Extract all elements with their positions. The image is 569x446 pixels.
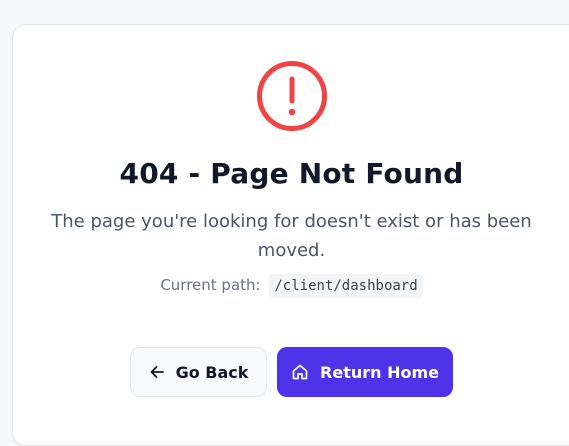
home-icon (291, 363, 309, 381)
current-path-value: /client/dashboard (269, 274, 423, 298)
go-back-button[interactable]: Go Back (130, 347, 267, 397)
return-home-button[interactable]: Return Home (277, 347, 453, 397)
page-title: 404 - Page Not Found (119, 157, 464, 190)
arrow-left-icon (149, 364, 165, 380)
current-path: Current path: /client/dashboard (0, 272, 569, 298)
go-back-label: Go Back (175, 362, 249, 382)
exclamation-circle-icon (255, 59, 329, 133)
return-home-label: Return Home (320, 362, 439, 382)
current-path-label: Current path: (160, 276, 261, 294)
error-description: The page you're looking for doesn't exis… (51, 211, 532, 261)
